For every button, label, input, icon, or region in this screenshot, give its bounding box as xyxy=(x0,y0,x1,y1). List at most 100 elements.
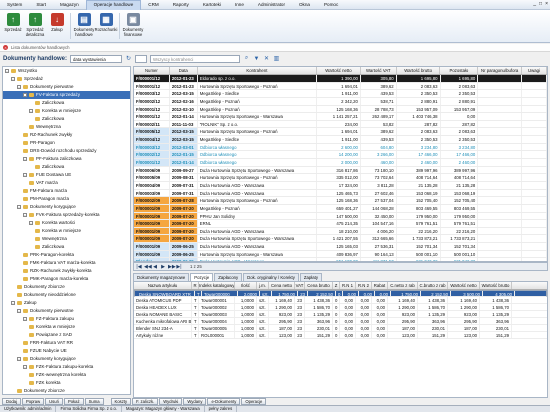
action-button-7[interactable]: Wydruki xyxy=(159,398,183,405)
action-button-0[interactable]: Dodaj xyxy=(2,398,21,405)
item-row[interactable]: Blender SNJ 234-A T Towar000005 1,0000 szt. 1… xyxy=(134,325,547,332)
tree-item[interactable]: Zaliczkowa xyxy=(3,115,130,123)
tree-item[interactable]: PM-Paragon marża xyxy=(3,195,130,203)
tab-detail-4[interactable]: Zapłaty xyxy=(299,273,322,281)
item-row[interactable]: Artykuły różne T ROL000001 1,0000 szt. 123,00… xyxy=(134,332,547,339)
expand-toggle-icon[interactable]: - xyxy=(23,172,27,177)
tab-detail-2[interactable]: Zapłacony xyxy=(214,273,243,281)
column-header[interactable]: Kontrahent xyxy=(198,67,318,74)
table-row[interactable]: F/000005/09 2009-08-31 Hurtownia Sprzętu S… xyxy=(134,174,547,182)
tree-item[interactable]: PR-Paragon xyxy=(3,139,130,147)
table-row[interactable]: F/000004/09 2009-07-31 Duża Hurtownia AGD … xyxy=(134,181,547,190)
table-row[interactable]: F/000003/09 2009-07-31 Duża Hurtownia AGD … xyxy=(134,189,547,198)
tree-item[interactable]: Dokumenty zbiorcze xyxy=(3,387,130,394)
tree-item[interactable]: Powiązane z SAD xyxy=(3,331,130,339)
tree-item[interactable]: Zaliczkowa xyxy=(3,163,130,171)
action-button-2[interactable]: Usuń xyxy=(45,398,63,405)
table-row[interactable]: F/000002/12 2012-01-15 Odbiorca własnego 14… xyxy=(134,151,547,160)
tree-item[interactable]: - Zakup xyxy=(3,299,130,307)
menu-item-0[interactable]: System xyxy=(0,0,29,10)
action-button-4[interactable]: Suma xyxy=(84,398,104,405)
column-header[interactable]: Z xyxy=(333,282,340,289)
table-row[interactable]: F/000002/11 2011-11-03 "ROLNIK" Sp. z o.o.… xyxy=(134,120,547,129)
clear-filter-icon[interactable]: ✕ xyxy=(263,55,270,62)
menu-item-4[interactable]: CRM xyxy=(141,0,165,10)
ribbon-button-4[interactable]: ▦ Rozrachunki xyxy=(95,10,117,42)
tree-item[interactable]: Wewnętrzna xyxy=(3,123,130,131)
table-row[interactable]: F/000001/12 2012-01-14 Odbiorca własnego 2 … xyxy=(134,159,547,167)
menu-item-7[interactable]: Inne xyxy=(228,0,251,10)
column-header[interactable]: Nazwa artykułu xyxy=(134,282,192,289)
menu-item-5[interactable]: Raporty xyxy=(166,0,196,10)
action-button-8[interactable]: Wydany xyxy=(183,398,207,405)
tab-detail-3[interactable]: Dok. oryginalny / Korekty xyxy=(243,273,299,281)
table-row[interactable]: F/000003/12 2012-03-01 Odbiorca własnego 2 … xyxy=(134,143,547,152)
tree-item[interactable]: - FUE Dostawa UE xyxy=(3,171,130,179)
tree-item[interactable]: - Wszystko xyxy=(3,67,130,75)
tree-item[interactable]: FMK-Faktura VAT marża-korekta xyxy=(3,259,130,267)
expand-toggle-icon[interactable]: - xyxy=(5,68,9,73)
column-header[interactable]: Cena brutto xyxy=(305,282,333,289)
column-header[interactable]: R xyxy=(192,282,199,289)
tab-detail-0[interactable]: Dokumenty magazynowe xyxy=(133,273,190,281)
period-select[interactable] xyxy=(135,54,148,63)
column-header[interactable]: Ilość xyxy=(235,282,257,289)
column-header[interactable]: Wartość netto xyxy=(448,282,480,289)
table-row[interactable]: F/000002/09 2009-07-28 Hurtownia Sprzętu S… xyxy=(134,197,547,205)
filter-icon[interactable]: ▼ xyxy=(253,55,260,62)
expand-toggle-icon[interactable]: - xyxy=(17,308,21,313)
next-page-icon[interactable]: ▶▶ xyxy=(168,264,176,270)
minimize-icon[interactable]: _ xyxy=(533,1,536,7)
column-header[interactable]: Cena netto xyxy=(269,282,295,289)
tree-item[interactable]: - FV-Faktura sprzedaży xyxy=(3,91,130,99)
tree-item[interactable]: FRR-Faktura VAT RR xyxy=(3,339,130,347)
expand-toggle-icon[interactable]: - xyxy=(23,316,27,321)
next-record-icon[interactable]: ▶ xyxy=(160,264,166,270)
menu-item-9[interactable]: Okna xyxy=(292,0,317,10)
maximize-icon[interactable]: □ xyxy=(539,1,542,7)
expand-toggle-icon[interactable]: - xyxy=(23,156,27,161)
column-header[interactable]: Rabat xyxy=(372,282,388,289)
prev-page-icon[interactable]: ◀◀ xyxy=(144,264,152,270)
tree-item[interactable]: - FZK-Faktura zakupu-korekta xyxy=(3,363,130,371)
column-header[interactable]: Numer xyxy=(134,67,170,74)
table-row[interactable]: F/000001/09 2009-07-20 Duża Hurtownia AGD … xyxy=(134,227,547,236)
action-button-10[interactable]: Operacje xyxy=(241,398,267,405)
tree-item[interactable]: - Dokumenty korygujące xyxy=(3,203,130,211)
column-header[interactable]: Wartość brutto xyxy=(397,67,441,74)
tree-item[interactable]: - Sprzedaż xyxy=(3,75,130,83)
column-header[interactable]: Wartość brutto xyxy=(480,282,512,289)
tree-item[interactable]: Dokumenty nieoddzielone xyxy=(3,291,130,299)
expand-toggle-icon[interactable]: - xyxy=(17,84,21,89)
menu-item-6[interactable]: Kartoteki xyxy=(196,0,228,10)
table-row[interactable]: F/000001/12 2012-01-23 Eldorado sp. z o.o.… xyxy=(134,75,547,83)
tree-item[interactable]: PMK-Paragon marża-korekta xyxy=(3,275,130,283)
tree-item[interactable]: Zaliczkowa xyxy=(3,243,130,251)
column-header[interactable]: Nr paragonu/bufora xyxy=(478,67,523,74)
tree-item[interactable]: Zaliczkowa xyxy=(3,99,130,107)
tree-item[interactable]: FZUE Nabycie UE xyxy=(3,347,130,355)
tree-item[interactable]: - Korekta w mniejsze xyxy=(3,107,130,115)
column-header[interactable]: Wartość netto xyxy=(317,67,361,74)
table-row[interactable]: F/000006/09 2009-09-27 Duża Hurtownia Sprz… xyxy=(134,166,547,175)
action-button-6[interactable]: F. zaliczk. xyxy=(132,398,159,405)
column-header[interactable]: Uwagi xyxy=(522,67,547,74)
column-header[interactable]: R.N 1 xyxy=(340,282,356,289)
menu-item-3[interactable]: Operacje handlowe xyxy=(85,0,142,10)
menu-item-1[interactable]: Start xyxy=(29,0,53,10)
ribbon-button-2[interactable]: ↓ Zakup xyxy=(46,10,68,42)
column-header[interactable]: Wartość VAT xyxy=(361,67,397,74)
table-row[interactable]: F/000005/12 2012-03-15 Hurtownia Sprzętu S… xyxy=(134,128,547,137)
close-tab-icon[interactable]: × xyxy=(3,45,8,50)
tree-item[interactable]: Korekta w mniejsze xyxy=(3,227,130,235)
expand-toggle-icon[interactable]: - xyxy=(23,212,27,217)
expand-toggle-icon[interactable]: - xyxy=(17,356,21,361)
tree-item[interactable]: - FVK-Faktura sprzedaży-korekta xyxy=(3,211,130,219)
tree-item[interactable]: DRS-Dowód rozchodu sprzedaży xyxy=(3,147,130,155)
table-row[interactable]: F/000001/12 2012-01-23 Hurtownia Sprzętu S… xyxy=(134,82,547,91)
item-row[interactable]: Deska SNOWBOARD XTR T Towar000000 2,0000 szt… xyxy=(134,290,547,297)
search-icon[interactable]: ⌕ xyxy=(243,55,250,62)
expand-toggle-icon[interactable]: - xyxy=(23,364,27,369)
table-row[interactable]: F/000001/09 2009-06-25 Hurtownia Sprzętu S… xyxy=(134,250,547,259)
columns-icon[interactable]: ▥ xyxy=(273,55,280,62)
